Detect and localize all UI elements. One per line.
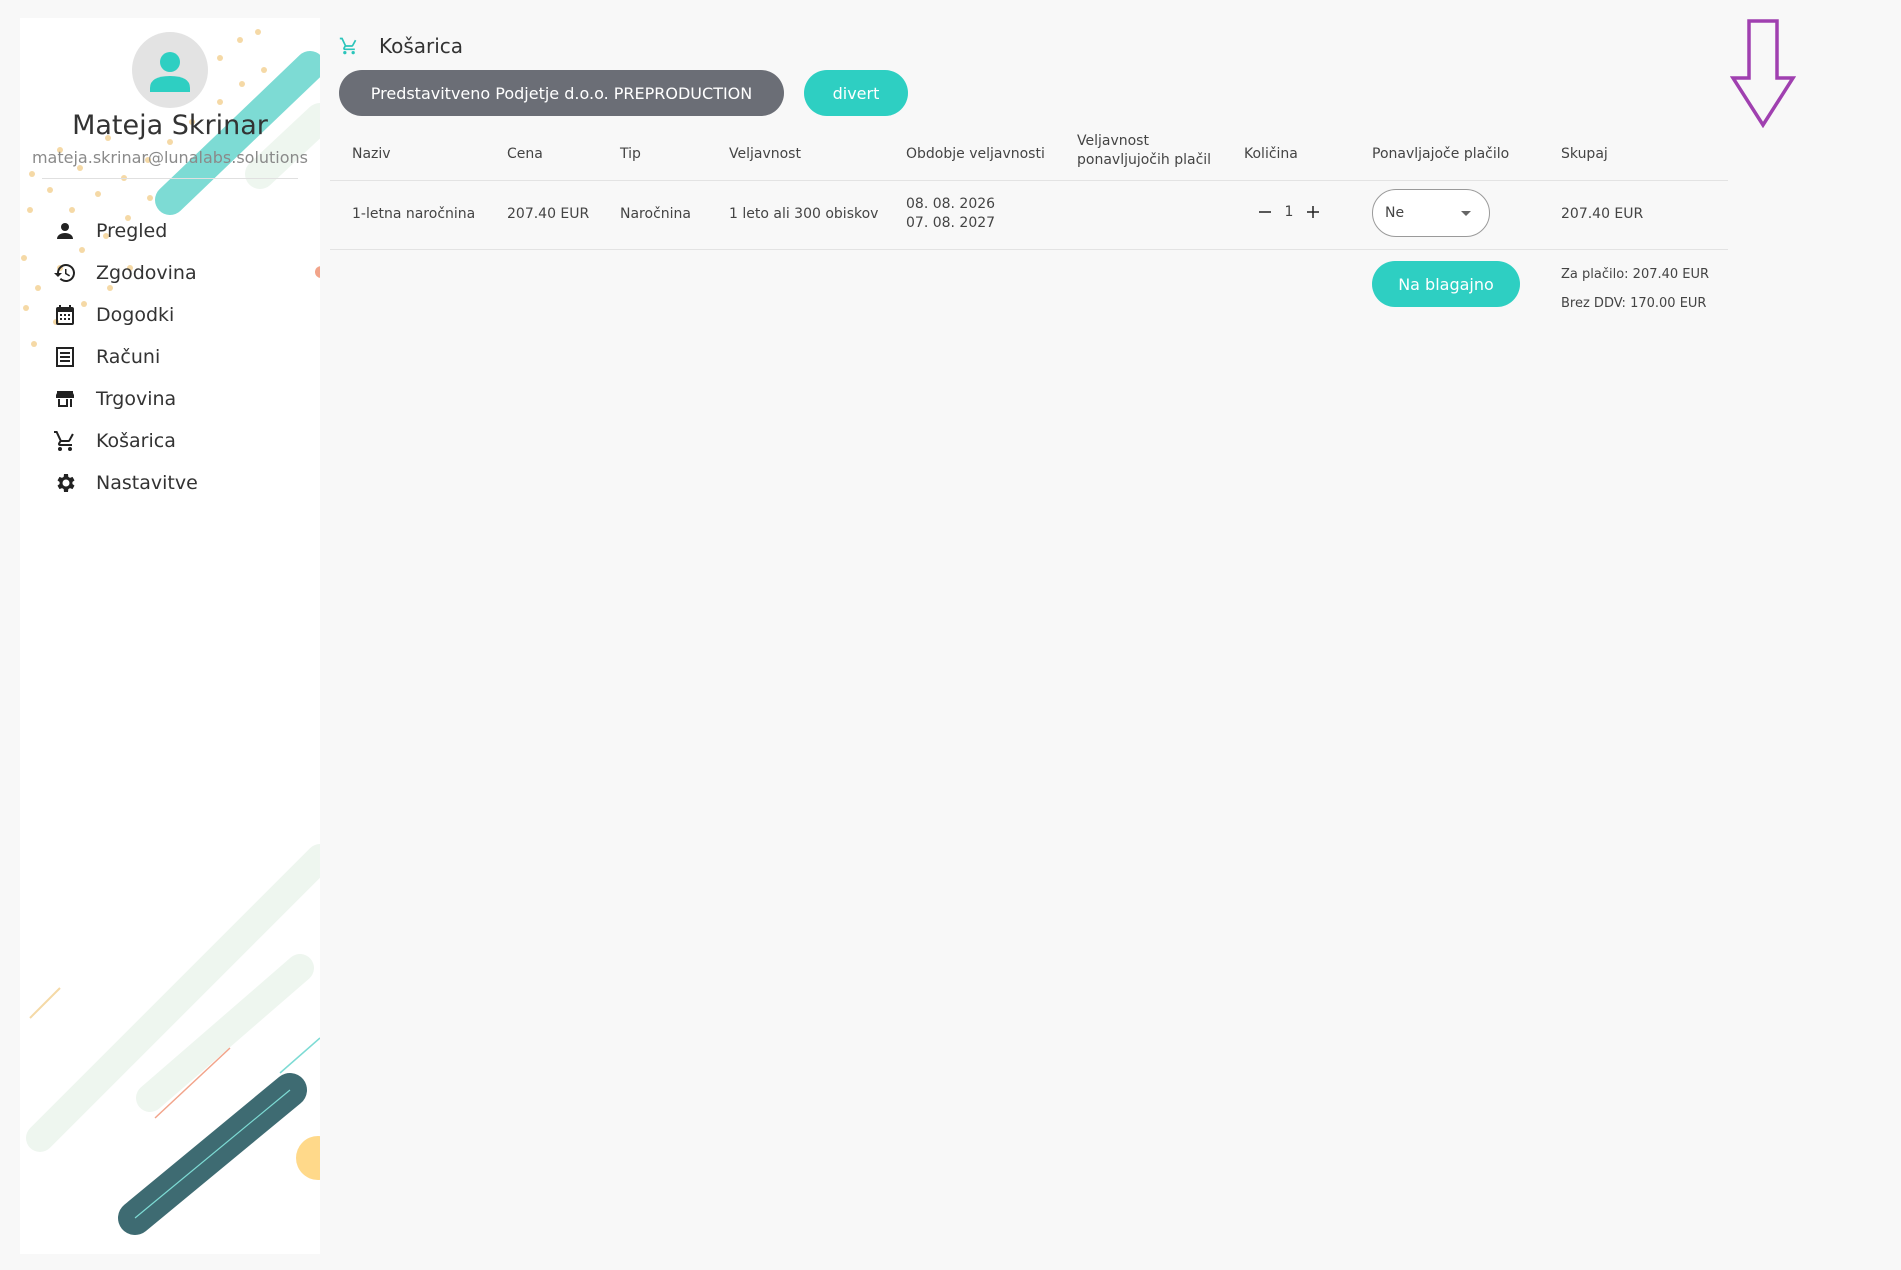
- history-icon: [52, 260, 78, 286]
- item-name: 1-letna naročnina: [352, 206, 476, 222]
- checkout-button[interactable]: Na blagajno: [1372, 261, 1520, 307]
- sidebar-item-pregled[interactable]: Pregled: [52, 210, 312, 252]
- column-header-tip: Tip: [620, 146, 641, 162]
- sidebar-nav: Pregled Zgodovina Dogodki Računi Trgovin…: [52, 210, 312, 504]
- sidebar: Mateja Skrinar mateja.skrinar@lunalabs.s…: [20, 18, 320, 1254]
- sidebar-divider: [42, 178, 298, 179]
- total-without-vat: Brez DDV: 170.00 EUR: [1561, 296, 1707, 311]
- sidebar-item-nastavitve[interactable]: Nastavitve: [52, 462, 312, 504]
- quantity-stepper: 1: [1254, 201, 1324, 223]
- sidebar-item-zgodovina[interactable]: Zgodovina: [52, 252, 312, 294]
- recurring-payment-select[interactable]: Ne: [1372, 189, 1490, 237]
- sidebar-item-label: Nastavitve: [96, 472, 198, 494]
- company-selector-button[interactable]: Predstavitveno Podjetje d.o.o. PREPRODUC…: [339, 70, 784, 116]
- store-icon: [52, 386, 78, 412]
- page-title: Košarica: [379, 34, 464, 58]
- column-header-veljavnost-ponavljajocih: Veljavnost ponavljujočih plačil: [1077, 133, 1212, 168]
- annotation-arrow-icon: [1730, 19, 1796, 128]
- person-icon: [52, 218, 78, 244]
- totals: Za plačilo: 207.40 EUR Brez DDV: 170.00 …: [1561, 260, 1709, 318]
- quantity-value: 1: [1284, 204, 1294, 220]
- chevron-down-icon: [1461, 210, 1471, 216]
- table-header: Naziv Cena Tip Veljavnost Obdobje veljav…: [330, 130, 1728, 181]
- table-row: 1-letna naročnina 207.40 EUR Naročnina 1…: [330, 181, 1728, 250]
- sidebar-item-dogodki[interactable]: Dogodki: [52, 294, 312, 336]
- column-header-skupaj: Skupaj: [1561, 146, 1608, 162]
- column-header-cena: Cena: [507, 146, 543, 162]
- sidebar-item-kosarica[interactable]: Košarica: [52, 420, 312, 462]
- sidebar-item-label: Računi: [96, 346, 161, 368]
- item-total: 207.40 EUR: [1561, 206, 1644, 222]
- sidebar-item-label: Košarica: [96, 430, 176, 452]
- sidebar-item-racuni[interactable]: Računi: [52, 336, 312, 378]
- sidebar-item-label: Dogodki: [96, 304, 175, 326]
- plus-icon: [1307, 206, 1319, 218]
- sidebar-item-trgovina[interactable]: Trgovina: [52, 378, 312, 420]
- sidebar-item-label: Trgovina: [96, 388, 177, 410]
- column-header-obdobje: Obdobje veljavnosti: [906, 146, 1045, 162]
- period-start: 08. 08. 2026: [906, 196, 996, 212]
- item-price: 207.40 EUR: [507, 206, 590, 222]
- column-header-kolicina: Količina: [1244, 146, 1298, 162]
- decrease-quantity-button[interactable]: [1254, 201, 1276, 223]
- sidebar-item-label: Pregled: [96, 220, 168, 242]
- sidebar-decoration: [21, 29, 320, 1235]
- calendar-icon: [52, 302, 78, 328]
- minus-icon: [1259, 211, 1271, 213]
- gear-icon: [52, 470, 78, 496]
- period-end: 07. 08. 2027: [906, 215, 996, 231]
- recurring-payment-value: Ne: [1385, 205, 1405, 221]
- column-header-naziv: Naziv: [352, 146, 391, 162]
- receipt-icon: [52, 344, 78, 370]
- page-header: Košarica: [339, 34, 463, 58]
- cart-icon: [339, 37, 357, 55]
- column-header-veljavnost: Veljavnost: [729, 146, 801, 162]
- user-email: mateja.skrinar@lunalabs.solutions: [31, 148, 309, 167]
- column-header-ponavljajoce-placilo: Ponavljajoče plačilo: [1372, 146, 1510, 162]
- main-content: Košarica Predstavitveno Podjetje d.o.o. …: [330, 0, 1796, 1270]
- sidebar-item-label: Zgodovina: [96, 262, 197, 284]
- user-icon: [150, 52, 190, 92]
- item-type: Naročnina: [620, 206, 691, 222]
- total-to-pay: Za plačilo: 207.40 EUR: [1561, 267, 1710, 282]
- avatar[interactable]: [132, 32, 208, 108]
- divert-button[interactable]: divert: [804, 70, 908, 116]
- cart-icon: [52, 428, 78, 454]
- item-validity: 1 leto ali 300 obiskov: [729, 206, 879, 222]
- increase-quantity-button[interactable]: [1302, 201, 1324, 223]
- user-name: Mateja Skrinar: [72, 110, 268, 141]
- item-period: 08. 08. 2026 07. 08. 2027: [906, 195, 995, 233]
